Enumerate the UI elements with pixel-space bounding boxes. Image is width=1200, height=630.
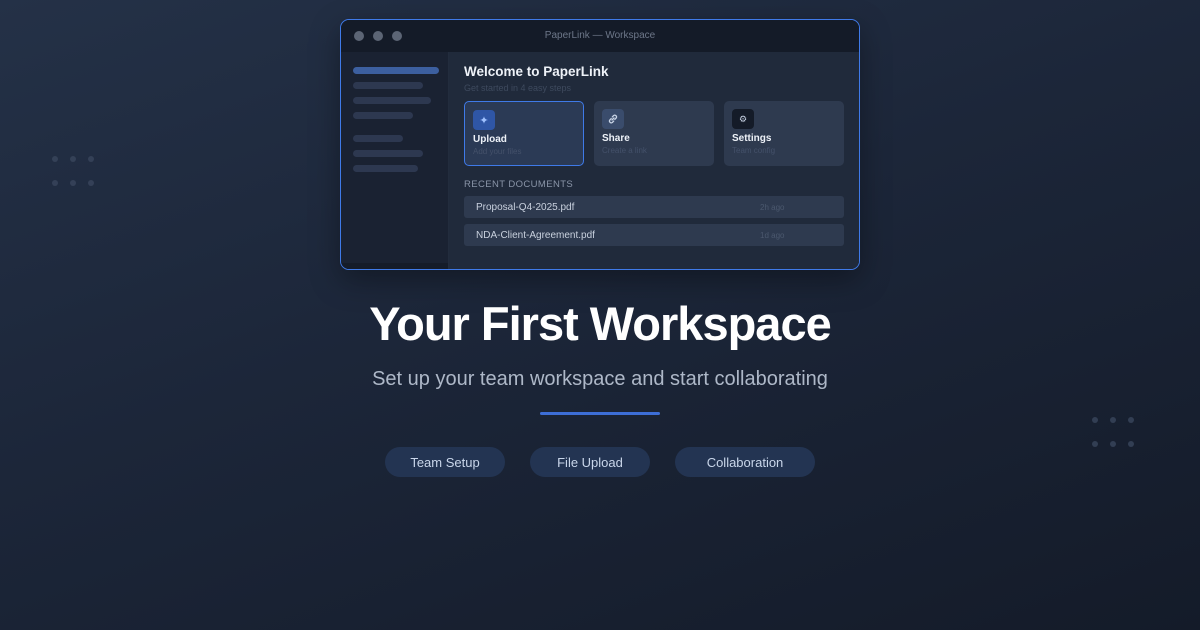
sidebar-item[interactable] xyxy=(353,82,423,89)
step-cards: ✦ Upload Add your files Share Create a l… xyxy=(464,101,844,166)
accent-divider xyxy=(540,412,660,415)
settings-card[interactable]: ⚙ Settings Team config xyxy=(724,101,844,166)
welcome-title: Welcome to PaperLink xyxy=(464,64,609,79)
decorative-dots-right xyxy=(1092,417,1134,447)
pill-collaboration[interactable]: Collaboration xyxy=(675,447,815,477)
hero-tagline: Set up your team workspace and start col… xyxy=(372,368,828,390)
card-subtitle: Add your files xyxy=(473,147,522,156)
welcome-subtitle: Get started in 4 easy steps xyxy=(464,83,572,93)
upload-icon: ✦ xyxy=(473,110,495,130)
link-icon xyxy=(602,109,624,129)
share-card[interactable]: Share Create a link xyxy=(594,101,714,166)
document-row[interactable]: Proposal-Q4-2025.pdf 2h ago xyxy=(464,196,844,218)
sidebar-item[interactable] xyxy=(353,97,431,104)
app-window-preview: PaperLink — Workspace Welcome to PaperLi… xyxy=(340,19,860,270)
pill-team-setup[interactable]: Team Setup xyxy=(385,447,505,477)
card-label: Upload xyxy=(473,134,507,145)
hero-headline: Your First Workspace xyxy=(369,297,831,350)
decorative-dots-left xyxy=(52,156,94,186)
main-panel: Welcome to PaperLink Get started in 4 ea… xyxy=(449,52,859,269)
gear-icon: ⚙ xyxy=(732,109,754,129)
sidebar-item[interactable] xyxy=(353,150,423,157)
sidebar-item[interactable] xyxy=(353,165,418,172)
document-time: 2h ago xyxy=(760,202,785,212)
pill-file-upload[interactable]: File Upload xyxy=(530,447,650,477)
upload-card[interactable]: ✦ Upload Add your files xyxy=(464,101,584,166)
recent-documents-label: RECENT DOCUMENTS xyxy=(464,179,574,190)
sidebar-footer xyxy=(341,263,448,269)
card-subtitle: Team config xyxy=(732,146,776,155)
window-title: PaperLink — Workspace xyxy=(544,30,656,41)
document-name: Proposal-Q4-2025.pdf xyxy=(476,201,575,213)
sidebar-item[interactable] xyxy=(353,135,403,142)
window-titlebar: PaperLink — Workspace xyxy=(341,20,859,52)
document-time: 1d ago xyxy=(760,230,785,240)
card-subtitle: Create a link xyxy=(602,146,647,155)
feature-pills: Team Setup File Upload Collaboration xyxy=(0,447,1200,477)
sidebar xyxy=(341,52,449,269)
document-name: NDA-Client-Agreement.pdf xyxy=(476,229,595,241)
card-label: Settings xyxy=(732,133,772,144)
sidebar-item[interactable] xyxy=(353,112,413,119)
document-row[interactable]: NDA-Client-Agreement.pdf 1d ago xyxy=(464,224,844,246)
sidebar-item-active[interactable] xyxy=(353,67,439,74)
card-label: Share xyxy=(602,133,630,144)
